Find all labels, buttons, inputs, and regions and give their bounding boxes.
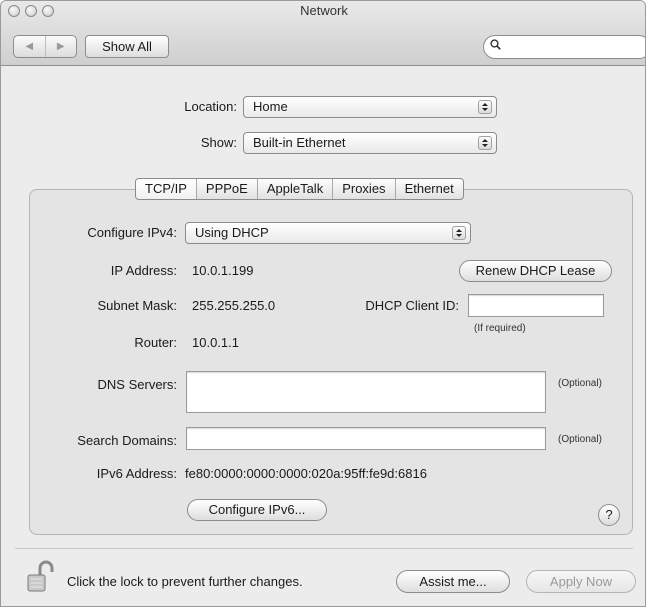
window-title: Network: [300, 3, 348, 18]
configure-ipv4-label: Configure IPv4:: [87, 225, 177, 240]
dns-servers-field[interactable]: [186, 371, 546, 413]
show-popup[interactable]: Built-in Ethernet: [243, 132, 497, 154]
renew-dhcp-lease-button[interactable]: Renew DHCP Lease: [459, 260, 612, 282]
configure-ipv4-popup[interactable]: Using DHCP: [185, 222, 471, 244]
search-domains-label: Search Domains:: [77, 433, 177, 448]
search-domains-optional-hint: (Optional): [558, 434, 602, 445]
padlock-open-icon[interactable]: [24, 560, 60, 594]
show-label: Show:: [200, 135, 237, 150]
popup-arrows-icon: [478, 100, 492, 114]
popup-arrows-icon: [452, 226, 466, 240]
location-label: Location:: [184, 99, 237, 114]
help-button[interactable]: ?: [598, 504, 620, 526]
show-value: Built-in Ethernet: [253, 135, 346, 150]
ip-address-label: IP Address:: [110, 263, 177, 278]
back-arrow-icon[interactable]: ◀: [14, 36, 45, 57]
forward-arrow-icon[interactable]: ▶: [44, 36, 77, 57]
back-forward-control: ◀ ▶: [13, 35, 77, 58]
ip-address-value: 10.0.1.199: [192, 263, 254, 278]
tab-bar: TCP/IP PPPoE AppleTalk Proxies Ethernet: [135, 178, 464, 200]
assist-me-button[interactable]: Assist me...: [396, 570, 510, 593]
network-preferences-window: Network ◀ ▶ Show All Location: Home Show…: [0, 0, 646, 607]
router-label: Router:: [134, 335, 177, 350]
configure-ipv4-value: Using DHCP: [195, 225, 269, 240]
ipv6-address-label: IPv6 Address:: [96, 466, 177, 481]
search-domains-field[interactable]: [186, 427, 546, 450]
location-popup[interactable]: Home: [243, 96, 497, 118]
tab-ethernet[interactable]: Ethernet: [394, 179, 463, 199]
search-field[interactable]: [483, 35, 645, 59]
show-all-button[interactable]: Show All: [85, 35, 169, 58]
apply-now-button[interactable]: Apply Now: [526, 570, 636, 593]
dhcp-client-id-field[interactable]: [468, 294, 604, 317]
router-value: 10.0.1.1: [192, 335, 239, 350]
configure-ipv6-button[interactable]: Configure IPv6...: [187, 499, 327, 521]
search-input[interactable]: [506, 38, 640, 58]
subnet-mask-label: Subnet Mask:: [97, 298, 178, 313]
tab-pppoe[interactable]: PPPoE: [195, 179, 257, 199]
dns-servers-input[interactable]: [187, 372, 545, 412]
dhcp-client-id-label: DHCP Client ID:: [365, 298, 459, 313]
tab-proxies[interactable]: Proxies: [332, 179, 394, 199]
dns-optional-hint: (Optional): [558, 378, 602, 389]
magnifier-icon: [490, 39, 501, 53]
title-bar: Network ◀ ▶ Show All: [1, 1, 645, 66]
search-domains-input[interactable]: [187, 428, 545, 449]
ipv6-address-value: fe80:0000:0000:0000:020a:95ff:fe9d:6816: [185, 466, 427, 481]
dns-servers-label: DNS Servers:: [97, 377, 177, 392]
dhcp-client-id-hint: (If required): [474, 323, 526, 334]
tab-appletalk[interactable]: AppleTalk: [256, 179, 332, 199]
lock-message: Click the lock to prevent further change…: [67, 574, 303, 589]
footer-divider: [15, 548, 633, 549]
dhcp-client-id-input[interactable]: [469, 295, 603, 316]
tab-tcpip[interactable]: TCP/IP: [136, 179, 196, 199]
subnet-mask-value: 255.255.255.0: [192, 298, 276, 313]
popup-arrows-icon: [478, 136, 492, 150]
location-value: Home: [253, 99, 288, 114]
